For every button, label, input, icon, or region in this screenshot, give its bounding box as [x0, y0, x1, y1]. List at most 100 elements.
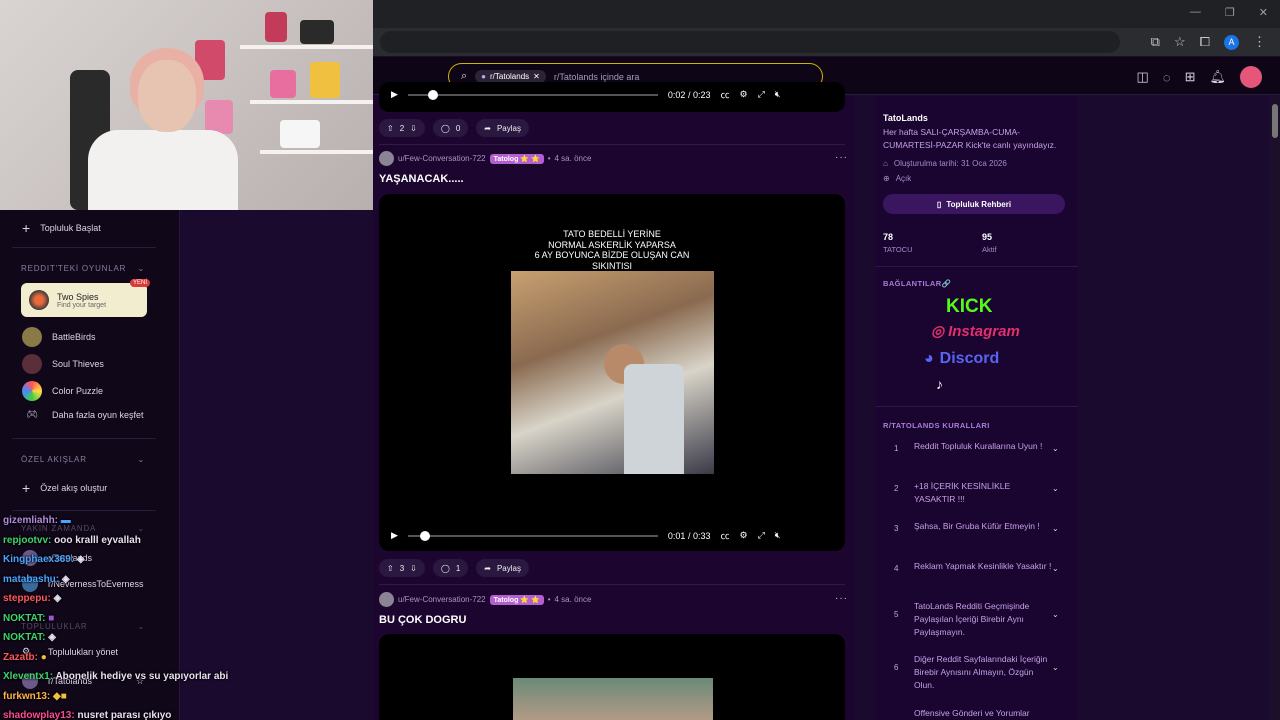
instagram-link[interactable]: ◎ Instagram	[931, 322, 1020, 341]
chat-message: shadowplay13: nusret parası çıkıyo	[3, 706, 263, 720]
captions-icon[interactable]: ㏄	[720, 529, 729, 542]
post-title[interactable]: YAŞANACAK.....	[379, 173, 464, 185]
settings-icon[interactable]: ⚙︎	[739, 530, 747, 541]
share-button[interactable]: ➦ Paylaş	[476, 119, 529, 137]
page-scrollbar[interactable]	[1270, 96, 1280, 720]
comments-button[interactable]: ◯ 0	[432, 119, 469, 137]
chat-username: Zazatb:	[3, 651, 38, 663]
comments-button[interactable]: ◯ 1	[432, 559, 469, 577]
game-item-battlebirds[interactable]: BattleBirds	[22, 327, 96, 347]
new-badge: YENİ	[129, 279, 150, 287]
extensions-icon[interactable]: ⧠	[1200, 34, 1210, 50]
discord-label: Discord	[939, 350, 1000, 367]
chevron-down-icon: ⌄	[137, 264, 145, 273]
fullscreen-icon[interactable]: ⤢	[758, 89, 765, 100]
create-post-icon[interactable]: ⊞	[1185, 69, 1196, 85]
url-field[interactable]	[380, 31, 1120, 53]
tiktok-icon[interactable]: ♪	[936, 376, 943, 392]
rule-item[interactable]: 5 TatoLands Redditi Geçmişinde Paylaşıla…	[894, 600, 1070, 639]
rule-item[interactable]: Offensive Gönderi ve Yorumlar	[894, 707, 1070, 720]
bookmark-star-icon[interactable]: ☆	[1174, 34, 1186, 50]
post-feed: ▶ 0:02 / 0:23 ㏄ ⚙︎ ⤢ 🔇︎ ⇧ 2 ⇩ ◯ 0 ➦ Payl…	[373, 82, 855, 720]
author-avatar[interactable]	[379, 151, 394, 166]
more-options-icon[interactable]: ···	[835, 152, 848, 163]
stat-label: Aktif	[982, 245, 997, 254]
downvote-icon[interactable]: ⇩	[410, 564, 417, 573]
scrollbar-thumb[interactable]	[1272, 104, 1278, 138]
comment-count: 1	[455, 563, 461, 573]
minimize-icon[interactable]: —	[1190, 6, 1201, 19]
community-sidebar: TatoLands Her hafta SALI-ÇARŞAMBA-CUMA-C…	[876, 96, 1078, 720]
games-section-label: REDDIT'TEKİ OYUNLAR	[21, 264, 127, 273]
downvote-icon[interactable]: ⇩	[410, 124, 417, 133]
close-icon[interactable]: ✕	[1259, 6, 1268, 19]
post-author[interactable]: u/Few-Conversation-722	[398, 595, 486, 604]
emote-icon: ▬	[60, 515, 71, 526]
video-progress-knob[interactable]	[427, 89, 438, 100]
restore-icon[interactable]: ❐	[1225, 6, 1235, 19]
settings-icon[interactable]: ⚙︎	[739, 89, 747, 100]
play-icon[interactable]: ▶	[391, 89, 398, 100]
rule-item[interactable]: 2 +18 İÇERİK KESİNLİKLE YASAKTIR !!! ⌄	[894, 480, 1070, 506]
stream-chat-overlay: gizemliahh: ▬ repjootvv: ooo kralll eyva…	[3, 511, 263, 720]
divider	[12, 438, 156, 439]
chat-username: shadowplay13:	[3, 710, 75, 720]
menu-kebab-icon[interactable]: ⋮	[1253, 34, 1266, 50]
vote-pill: ⇧ 2 ⇩	[379, 119, 425, 137]
chat-icon[interactable]: ◌	[1163, 70, 1171, 85]
notifications-bell-icon[interactable]: 🔔︎	[1209, 69, 1226, 85]
rule-item[interactable]: 6 Diğer Reddit Sayfalarındaki İçeriğin B…	[894, 653, 1070, 692]
profile-icon[interactable]: A	[1224, 34, 1239, 50]
rule-item[interactable]: 3 Şahsa, Bir Gruba Küfür Etmeyin ! ⌄	[894, 520, 1070, 533]
community-name: TatoLands	[883, 113, 928, 123]
post-title[interactable]: BU ÇOK DOGRU	[379, 614, 466, 626]
game-item-color-puzzle[interactable]: Color Puzzle	[22, 381, 103, 401]
play-icon[interactable]: ▶	[391, 530, 398, 541]
share-label: Paylaş	[496, 123, 521, 133]
discover-games-link[interactable]: 🎮︎ Daha fazla oyun keşfet	[22, 409, 143, 420]
featured-game-card[interactable]: Two Spies Find your target YENİ	[21, 279, 150, 317]
custom-feeds-section-header[interactable]: ÖZEL AKIŞLAR ⌄	[21, 455, 145, 464]
upvote-icon[interactable]: ⇧	[387, 564, 394, 573]
divider	[379, 144, 845, 145]
game-label: Soul Thieves	[52, 359, 104, 369]
chat-text: ooo kralll eyvallah	[54, 534, 141, 546]
chevron-down-icon: ⌄	[1052, 663, 1059, 672]
video-progress-knob[interactable]	[420, 530, 431, 541]
rule-text: Reklam Yapmak Kesinlikle Yasaktır !	[914, 561, 1052, 571]
previous-post-actions: ⇧ 2 ⇩ ◯ 0 ➦ Paylaş	[379, 119, 529, 137]
author-avatar[interactable]	[379, 592, 394, 607]
create-custom-feed-link[interactable]: + Özel akış oluştur	[22, 480, 107, 496]
mute-icon[interactable]: 🔇︎	[775, 530, 781, 541]
rule-item[interactable]: 4 Reklam Yapmak Kesinlikle Yasaktır ! ⌄	[894, 560, 1070, 573]
video-progress-track[interactable]	[407, 530, 658, 541]
post-author[interactable]: u/Few-Conversation-722	[398, 154, 486, 163]
install-app-icon[interactable]: ⧉	[1151, 34, 1160, 50]
rule-text: +18 İÇERİK KESİNLİKLE YASAKTIR !!!	[914, 481, 1011, 504]
kick-link[interactable]: KICK	[946, 296, 992, 318]
mute-icon[interactable]: 🔇︎	[775, 89, 781, 100]
community-guide-button[interactable]: ▯ Topluluk Rehberi	[883, 194, 1065, 214]
divider	[379, 584, 845, 585]
game-label: BattleBirds	[52, 332, 96, 342]
emote-icon: ■	[48, 612, 55, 624]
post-video[interactable]: TATO BEDELLİ YERİNE NORMAL ASKERLİK YAPA…	[379, 194, 845, 551]
rule-item[interactable]: 1 Reddit Topluluk Kurallarına Uyun ! ⌄	[894, 440, 1070, 453]
fullscreen-icon[interactable]: ⤢	[758, 530, 765, 541]
games-section-header[interactable]: REDDIT'TEKİ OYUNLAR ⌄	[21, 264, 145, 273]
upvote-icon[interactable]: ⇧	[387, 124, 394, 133]
advertise-icon[interactable]: ◫	[1137, 69, 1149, 85]
post-video[interactable]	[379, 634, 845, 720]
chip-close-icon[interactable]: ✕	[533, 72, 540, 81]
game-item-soul-thieves[interactable]: Soul Thieves	[22, 354, 104, 374]
share-icon: ➦	[484, 563, 491, 573]
user-avatar[interactable]	[1240, 66, 1262, 88]
captions-icon[interactable]: ㏄	[720, 88, 729, 101]
previous-post-video[interactable]: ▶ 0:02 / 0:23 ㏄ ⚙︎ ⤢ 🔇︎	[379, 82, 845, 112]
discord-link[interactable]: ◕ Discord	[924, 350, 999, 368]
share-button[interactable]: ➦ Paylaş	[476, 559, 529, 577]
start-community-link[interactable]: + Topluluk Başlat	[22, 220, 101, 236]
more-options-icon[interactable]: ···	[835, 593, 848, 604]
video-progress-track[interactable]	[407, 89, 658, 100]
emote-icon: ●	[40, 651, 47, 663]
